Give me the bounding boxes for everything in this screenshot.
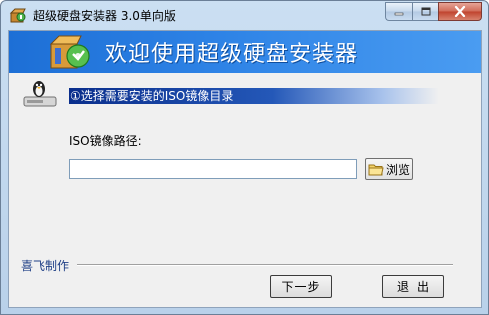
maximize-button[interactable] <box>412 2 438 21</box>
exit-button[interactable]: 退出 <box>382 275 444 298</box>
title-bar[interactable]: 超级硬盘安装器 3.0单向版 <box>1 1 488 29</box>
browse-button[interactable]: 浏览 <box>365 158 413 180</box>
welcome-banner: 欢迎使用超级硬盘安装器 <box>9 31 481 73</box>
credit-label: 喜飞制作 <box>21 259 70 273</box>
minimize-icon <box>394 12 404 15</box>
caption-buttons <box>385 2 482 21</box>
folder-icon <box>368 164 384 175</box>
minimize-button[interactable] <box>385 2 412 21</box>
close-button[interactable] <box>438 2 482 21</box>
footer-divider <box>77 264 453 266</box>
disc-box-icon <box>49 35 90 69</box>
installer-box-icon <box>9 8 26 23</box>
installer-window: 超级硬盘安装器 3.0单向版 欢迎使用超级硬盘安装器 ①选择需要安装的ISO镜像… <box>0 0 489 315</box>
close-icon <box>454 6 466 17</box>
iso-path-input[interactable] <box>69 159 357 179</box>
step-title: ①选择需要安装的ISO镜像目录 <box>70 89 234 103</box>
browse-label: 浏览 <box>385 162 410 177</box>
banner-title: 欢迎使用超级硬盘安装器 <box>105 42 359 67</box>
window-title: 超级硬盘安装器 3.0单向版 <box>33 9 176 23</box>
linux-drive-icon <box>23 81 57 107</box>
maximize-icon <box>421 7 430 16</box>
next-button[interactable]: 下一步 <box>270 275 332 298</box>
client-area: 欢迎使用超级硬盘安装器 ①选择需要安装的ISO镜像目录 ISO镜像路径: 浏览 … <box>8 30 482 308</box>
iso-path-label: ISO镜像路径: <box>69 134 142 148</box>
